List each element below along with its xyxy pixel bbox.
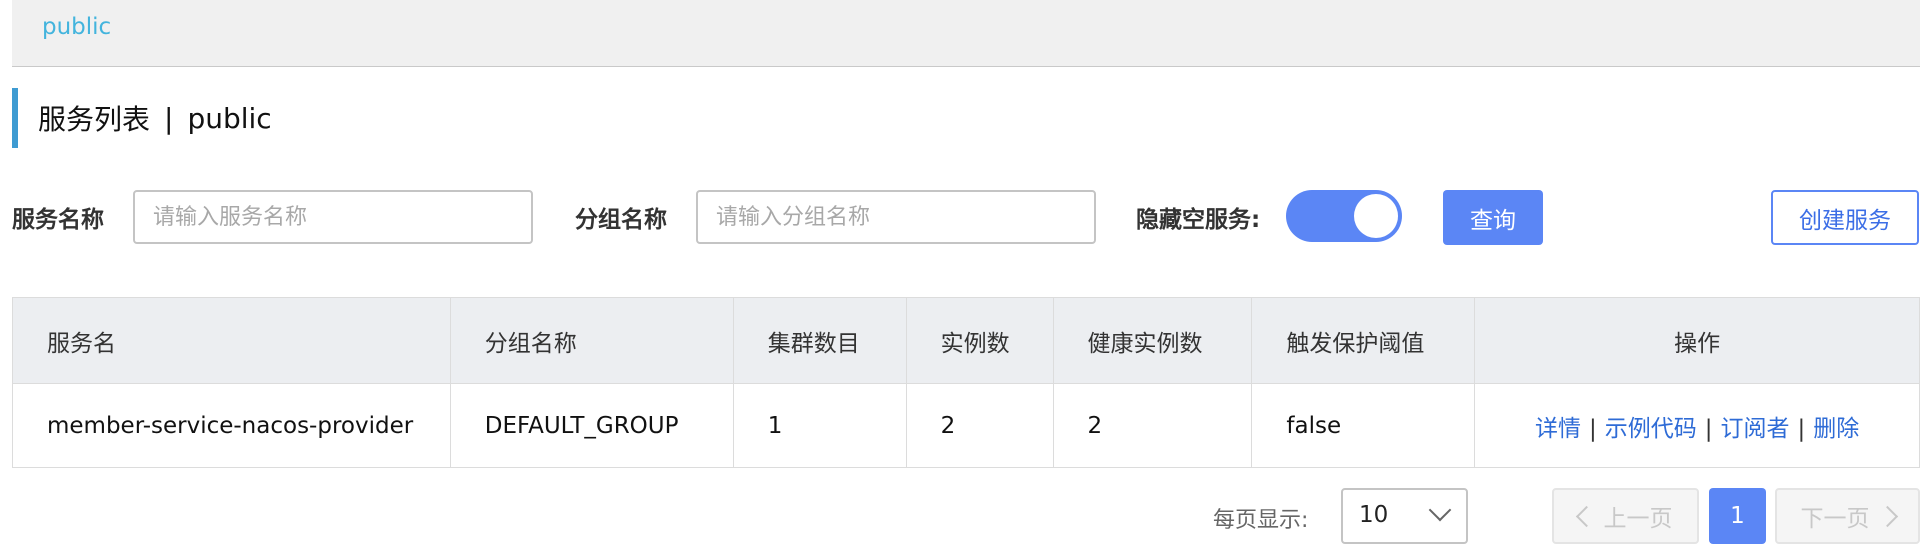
hide-empty-services-toggle[interactable] xyxy=(1286,190,1402,242)
page-title-separator: | xyxy=(164,101,174,135)
column-header-operations: 操作 xyxy=(1474,297,1920,384)
cell-cluster-count: 1 xyxy=(732,383,907,468)
prev-page-button[interactable]: 上一页 xyxy=(1552,488,1699,544)
group-name-input[interactable] xyxy=(696,190,1096,244)
page-title-namespace: public xyxy=(187,101,272,135)
page-size-label: 每页显示: xyxy=(1213,508,1309,533)
cell-instance-count: 2 xyxy=(905,383,1054,468)
next-page-label: 下一页 xyxy=(1800,506,1870,532)
namespace-bar: public xyxy=(12,0,1920,67)
operation-separator: | xyxy=(1797,415,1806,442)
table-header-row: 服务名 分组名称 集群数目 实例数 健康实例数 触发保护阈值 操作 xyxy=(12,297,1920,384)
prev-page-label: 上一页 xyxy=(1603,506,1673,532)
group-name-label: 分组名称 xyxy=(575,207,667,233)
service-name-input[interactable] xyxy=(133,190,533,244)
cell-service-name: member-service-nacos-provider xyxy=(12,383,451,468)
cell-protect-threshold: false xyxy=(1251,383,1476,468)
subscribers-link[interactable]: 订阅者 xyxy=(1721,416,1790,442)
detail-link[interactable]: 详情 xyxy=(1535,416,1581,442)
next-page-button[interactable]: 下一页 xyxy=(1775,488,1920,544)
page-size-value: 10 xyxy=(1359,502,1389,528)
page-button-1[interactable]: 1 xyxy=(1709,488,1766,544)
hide-empty-services-label: 隐藏空服务: xyxy=(1136,207,1261,233)
column-header-healthy-instance-count: 健康实例数 xyxy=(1052,297,1253,384)
page-title: 服务列表 | public xyxy=(12,88,272,148)
namespace-link-public[interactable]: public xyxy=(42,14,111,40)
chevron-left-icon xyxy=(1575,505,1597,527)
cell-healthy-instance-count: 2 xyxy=(1052,383,1253,468)
cell-operations: 详情 | 示例代码 | 订阅者 | 删除 xyxy=(1474,383,1920,468)
service-table: 服务名 分组名称 集群数目 实例数 健康实例数 触发保护阈值 操作 member… xyxy=(12,297,1920,468)
cell-group-name: DEFAULT_GROUP xyxy=(449,383,734,468)
column-header-service-name: 服务名 xyxy=(12,297,451,384)
operation-separator: | xyxy=(1589,415,1597,442)
column-header-cluster-count: 集群数目 xyxy=(732,297,907,384)
service-name-label: 服务名称 xyxy=(12,207,104,233)
page-title-text: 服务列表 xyxy=(38,103,151,136)
column-header-group-name: 分组名称 xyxy=(449,297,734,384)
table-row: member-service-nacos-provider DEFAULT_GR… xyxy=(12,383,1920,468)
toggle-knob xyxy=(1354,194,1398,238)
chevron-right-icon xyxy=(1876,505,1898,527)
create-service-button[interactable]: 创建服务 xyxy=(1771,190,1919,245)
delete-link[interactable]: 删除 xyxy=(1813,416,1859,442)
sample-code-link[interactable]: 示例代码 xyxy=(1605,416,1697,442)
column-header-protect-threshold: 触发保护阈值 xyxy=(1251,297,1476,384)
column-header-instance-count: 实例数 xyxy=(905,297,1054,384)
chevron-down-icon xyxy=(1428,498,1452,522)
page-size-select[interactable]: 10 xyxy=(1341,488,1468,544)
operation-separator: | xyxy=(1704,415,1713,442)
query-button[interactable]: 查询 xyxy=(1443,190,1543,245)
